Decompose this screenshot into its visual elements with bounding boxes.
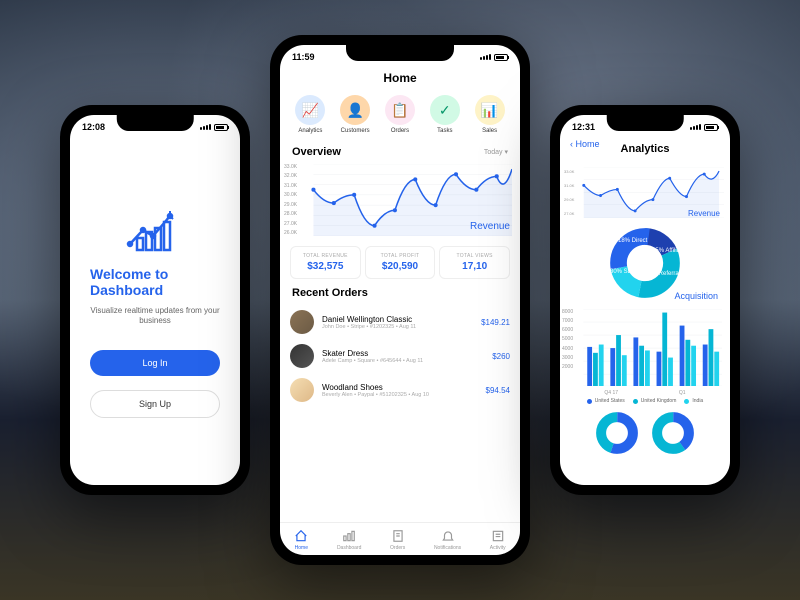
status-time: 12:31 bbox=[572, 122, 595, 132]
revenue-chart: 33.0K32.0K31.0K30.0K29.0K28.0K27.0K26.0K… bbox=[280, 160, 520, 240]
orders-list: Daniel Wellington ClassicJohn Doe • Stri… bbox=[280, 301, 520, 411]
signup-button[interactable]: Sign Up bbox=[90, 390, 220, 418]
tab-orders[interactable]: Orders bbox=[390, 529, 405, 551]
page-title: Analytics bbox=[621, 143, 670, 155]
revenue-label: Revenue bbox=[688, 209, 720, 218]
country-bar-chart: 8000700060005000400030002000 bbox=[560, 305, 730, 390]
phone-home: 11:59 Home 📈Analytics 👤Customers 📋Orders… bbox=[270, 35, 530, 565]
tasks-icon: ✓ bbox=[430, 95, 460, 125]
overview-filter[interactable]: Today ▾ bbox=[484, 148, 508, 156]
welcome-subtitle: Visualize realtime updates from your bus… bbox=[90, 306, 220, 327]
cat-orders[interactable]: 📋Orders bbox=[385, 95, 415, 134]
cat-customers[interactable]: 👤Customers bbox=[340, 95, 370, 134]
status-time: 12:08 bbox=[82, 122, 105, 132]
stat-revenue[interactable]: TOTAL REVENUE$32,575 bbox=[290, 246, 361, 279]
order-image bbox=[290, 344, 314, 368]
order-image bbox=[290, 310, 314, 334]
notch bbox=[607, 115, 684, 131]
status-time: 11:59 bbox=[292, 52, 315, 62]
cat-sales[interactable]: 📊Sales bbox=[475, 95, 505, 134]
notch bbox=[346, 45, 454, 61]
category-row: 📈Analytics 👤Customers 📋Orders ✓Tasks 📊Sa… bbox=[280, 95, 520, 144]
tab-dashboard[interactable]: Dashboard bbox=[337, 529, 361, 551]
notch bbox=[117, 115, 194, 131]
bar-legend: United States United Kingdom India bbox=[560, 396, 730, 408]
dashboard-logo-icon bbox=[125, 202, 185, 252]
revenue-mini-chart: 33.0K31.0K29.0K27.0K Revenue bbox=[560, 165, 730, 220]
order-image bbox=[290, 378, 314, 402]
phone-welcome: 12:08 Welcome to Dashboard Visualize rea… bbox=[60, 105, 250, 495]
recent-orders-title: Recent Orders bbox=[292, 287, 368, 299]
tab-notifications[interactable]: Notifications bbox=[434, 529, 461, 551]
phone-analytics: 12:31 ‹ Home Analytics 33.0K31.0K29.0K27… bbox=[550, 105, 740, 495]
stat-profit[interactable]: TOTAL PROFIT$20,590 bbox=[365, 246, 436, 279]
analytics-icon: 📈 bbox=[295, 95, 325, 125]
overview-title: Overview bbox=[292, 146, 341, 158]
customers-icon: 👤 bbox=[340, 95, 370, 125]
tab-activity[interactable]: Activity bbox=[490, 529, 506, 551]
tab-home[interactable]: Home bbox=[294, 529, 308, 551]
order-row[interactable]: Skater DressAdele Camp • Square • #64564… bbox=[290, 339, 510, 373]
welcome-title: Welcome to Dashboard bbox=[90, 266, 220, 298]
stats-row: TOTAL REVENUE$32,575 TOTAL PROFIT$20,590… bbox=[280, 240, 520, 285]
donut-jan: $7400Jan bbox=[596, 412, 638, 454]
cat-tasks[interactable]: ✓Tasks bbox=[430, 95, 460, 134]
page-title: Home bbox=[280, 65, 520, 95]
back-button[interactable]: ‹ Home bbox=[570, 139, 600, 149]
tab-bar: Home Dashboard Orders Notifications Acti… bbox=[280, 522, 520, 555]
cat-analytics[interactable]: 📈Analytics bbox=[295, 95, 325, 134]
order-row[interactable]: Woodland ShoesBeverly Alen • Paypal • #5… bbox=[290, 373, 510, 407]
order-row[interactable]: Daniel Wellington ClassicJohn Doe • Stri… bbox=[290, 305, 510, 339]
revenue-label: Revenue bbox=[470, 221, 510, 232]
donut-row: $7400Jan $14120Apr bbox=[560, 408, 730, 454]
acquisition-label: Acquisition bbox=[674, 291, 718, 301]
login-button[interactable]: Log In bbox=[90, 350, 220, 376]
orders-icon: 📋 bbox=[385, 95, 415, 125]
stat-views[interactable]: TOTAL VIEWS17,10 bbox=[439, 246, 510, 279]
sales-icon: 📊 bbox=[475, 95, 505, 125]
acquisition-pie: 18% Direct 35% Affiliates 19% Referral 3… bbox=[560, 220, 730, 305]
donut-apr: $14120Apr bbox=[652, 412, 694, 454]
